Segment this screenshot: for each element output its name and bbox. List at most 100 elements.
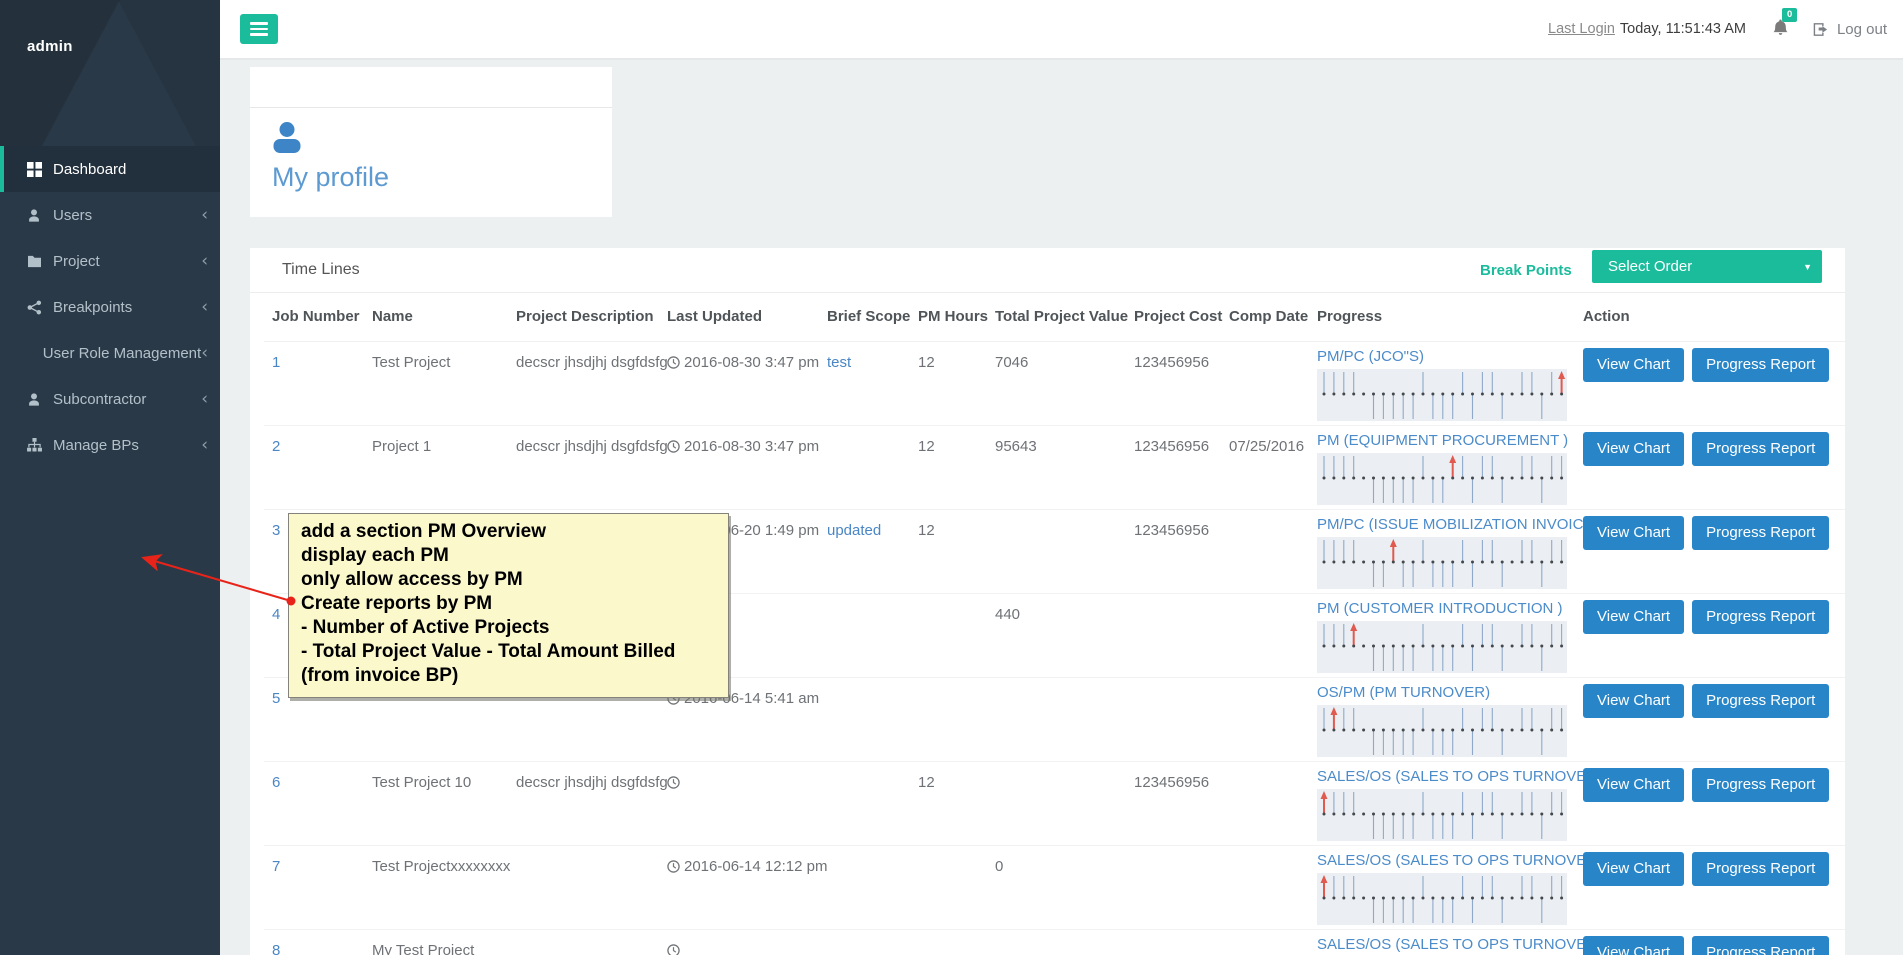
sidebar-item-subcontractor[interactable]: Subcontractor ‹ bbox=[0, 376, 220, 422]
job-number-link[interactable]: 6 bbox=[272, 774, 280, 791]
cell-name: Test Projectxxxxxxxx bbox=[364, 845, 510, 930]
cell-job-number: 8 bbox=[264, 929, 364, 955]
cell-job-number: 6 bbox=[264, 761, 364, 846]
progress-label-link[interactable]: SALES/OS (SALES TO OPS TURNOVER) bbox=[1317, 852, 1602, 869]
progress-label-link[interactable]: PM/PC (JCO"S) bbox=[1317, 348, 1567, 365]
cell-brief-scope: updated bbox=[819, 509, 910, 594]
topbar-right: Last Login Today, 11:51:43 AM 0 Log out bbox=[1548, 0, 1887, 58]
progress-label-link[interactable]: PM (EQUIPMENT PROCUREMENT ) bbox=[1317, 432, 1568, 449]
break-points-link[interactable]: Break Points bbox=[1480, 262, 1572, 279]
cell-project-description: decscr jhsdjhj dsgfdsfg bbox=[508, 341, 668, 426]
table-row: 1 Test Project decscr jhsdjhj dsgfdsfg 2016… bbox=[264, 341, 1845, 426]
progress-chart bbox=[1317, 452, 1567, 505]
cell-name: My Test Project bbox=[364, 929, 508, 955]
chevron-left-icon: ‹ bbox=[201, 204, 208, 225]
progress-report-button[interactable]: Progress Report bbox=[1692, 431, 1830, 466]
column-header: Action bbox=[1575, 293, 1845, 342]
cell-job-number: 7 bbox=[264, 845, 364, 930]
cell-project-description bbox=[508, 845, 659, 930]
last-login-link[interactable]: Last Login bbox=[1548, 21, 1615, 37]
progress-report-button[interactable]: Progress Report bbox=[1692, 767, 1830, 802]
notifications-button[interactable]: 0 bbox=[1772, 7, 1798, 41]
annotation-note-line: (from invoice BP) bbox=[301, 665, 459, 686]
column-header: PM Hours bbox=[910, 293, 988, 342]
cell-project-cost: 123456956 bbox=[1126, 425, 1221, 510]
job-number-link[interactable]: 2 bbox=[272, 438, 280, 455]
progress-label-link[interactable]: PM (CUSTOMER INTRODUCTION ) bbox=[1317, 600, 1567, 617]
table-row: 7 Test Projectxxxxxxxx 2016-06-14 12:12 pm… bbox=[264, 845, 1845, 930]
dashboard-icon bbox=[27, 161, 44, 177]
clock-icon bbox=[667, 355, 680, 369]
cell-brief-scope bbox=[819, 677, 910, 762]
progress-chart bbox=[1317, 368, 1567, 421]
job-number-link[interactable]: 7 bbox=[272, 858, 280, 875]
brief-scope-link[interactable]: test bbox=[827, 354, 851, 371]
progress-chart bbox=[1317, 872, 1567, 925]
column-header: Brief Scope bbox=[819, 293, 910, 342]
cell-project-cost bbox=[1126, 677, 1221, 762]
progress-report-button[interactable]: Progress Report bbox=[1692, 935, 1830, 955]
view-chart-button[interactable]: View Chart bbox=[1583, 851, 1685, 886]
view-chart-button[interactable]: View Chart bbox=[1583, 935, 1685, 955]
column-header: Name bbox=[364, 293, 508, 342]
cell-progress: PM/PC (ISSUE MOBILIZATION INVOICE) bbox=[1309, 509, 1598, 594]
view-chart-button[interactable]: View Chart bbox=[1583, 683, 1685, 718]
view-chart-button[interactable]: View Chart bbox=[1583, 767, 1685, 802]
cell-project-cost bbox=[1126, 929, 1221, 955]
cell-project-cost bbox=[1126, 593, 1221, 678]
sidebar-username: admin bbox=[27, 38, 73, 55]
progress-report-button[interactable]: Progress Report bbox=[1692, 683, 1830, 718]
timelines-panel-header: Time Lines Break Points Select Order ▼ bbox=[250, 248, 1845, 293]
cell-pm-hours bbox=[910, 677, 987, 762]
sidebar-item-project[interactable]: Project ‹ bbox=[0, 238, 220, 284]
cell-total-project-value: 0 bbox=[987, 845, 1126, 930]
sidebar-item-users[interactable]: Users ‹ bbox=[0, 192, 220, 238]
cell-last-updated: 2016-08-30 3:47 pm bbox=[659, 425, 819, 510]
annotation-note-line: - Number of Active Projects bbox=[301, 617, 550, 638]
view-chart-button[interactable]: View Chart bbox=[1583, 347, 1685, 382]
cell-progress: PM/PC (JCO"S) bbox=[1309, 341, 1575, 426]
cell-pm-hours bbox=[910, 845, 987, 930]
cell-pm-hours: 12 bbox=[910, 761, 987, 846]
job-number-link[interactable]: 1 bbox=[272, 354, 280, 371]
cell-total-project-value: 7046 bbox=[987, 341, 1126, 426]
view-chart-button[interactable]: View Chart bbox=[1583, 599, 1685, 634]
cell-progress: SALES/OS (SALES TO OPS TURNOVER) bbox=[1309, 929, 1602, 955]
sidebar-toggle-button[interactable] bbox=[240, 14, 278, 44]
view-chart-button[interactable]: View Chart bbox=[1583, 431, 1685, 466]
sidebar-item-manage-bps[interactable]: Manage BPs ‹ bbox=[0, 422, 220, 468]
job-number-link[interactable]: 3 bbox=[272, 522, 280, 539]
cell-pm-hours bbox=[910, 593, 987, 678]
progress-label-link[interactable]: OS/PM (PM TURNOVER) bbox=[1317, 684, 1567, 701]
progress-report-button[interactable]: Progress Report bbox=[1692, 599, 1830, 634]
sidebar-item-label: User Role Management bbox=[42, 344, 202, 362]
logout-icon bbox=[1813, 22, 1828, 36]
progress-label-link[interactable]: SALES/OS (SALES TO OPS TURNOVER) bbox=[1317, 768, 1602, 785]
cell-last-updated bbox=[659, 929, 819, 955]
logout-button[interactable]: Log out bbox=[1813, 21, 1887, 38]
select-order-dropdown[interactable]: Select Order ▼ bbox=[1592, 250, 1822, 283]
clock-icon bbox=[667, 439, 680, 453]
sidebar-item-dashboard[interactable]: Dashboard bbox=[0, 146, 220, 192]
clock-icon bbox=[667, 775, 680, 789]
brief-scope-link[interactable]: updated bbox=[827, 522, 881, 539]
sidebar-item-breakpoints[interactable]: Breakpoints ‹ bbox=[0, 284, 220, 330]
sidebar-item-user-role-management[interactable]: User Role Management ‹ bbox=[0, 330, 220, 376]
user-icon bbox=[27, 392, 44, 407]
view-chart-button[interactable]: View Chart bbox=[1583, 515, 1685, 550]
progress-report-button[interactable]: Progress Report bbox=[1692, 347, 1830, 382]
progress-report-button[interactable]: Progress Report bbox=[1692, 515, 1830, 550]
job-number-link[interactable]: 8 bbox=[272, 942, 280, 955]
progress-label-link[interactable]: SALES/OS (SALES TO OPS TURNOVER) bbox=[1317, 936, 1602, 953]
cell-action: View Chart Progress Report bbox=[1575, 509, 1845, 594]
sidebar: admin Dashboard Users ‹ Project ‹ Breakpoints… bbox=[0, 0, 220, 955]
annotation-note: add a section PM Overview display each PM… bbox=[288, 513, 729, 698]
cell-action: View Chart Progress Report bbox=[1575, 677, 1845, 762]
column-header: Progress bbox=[1309, 293, 1575, 342]
job-number-link[interactable]: 5 bbox=[272, 690, 280, 707]
progress-chart bbox=[1317, 704, 1567, 757]
progress-report-button[interactable]: Progress Report bbox=[1692, 851, 1830, 886]
job-number-link[interactable]: 4 bbox=[272, 606, 280, 623]
last-login-time: Today, 11:51:43 AM bbox=[1619, 21, 1746, 37]
progress-label-link[interactable]: PM/PC (ISSUE MOBILIZATION INVOICE) bbox=[1317, 516, 1598, 533]
